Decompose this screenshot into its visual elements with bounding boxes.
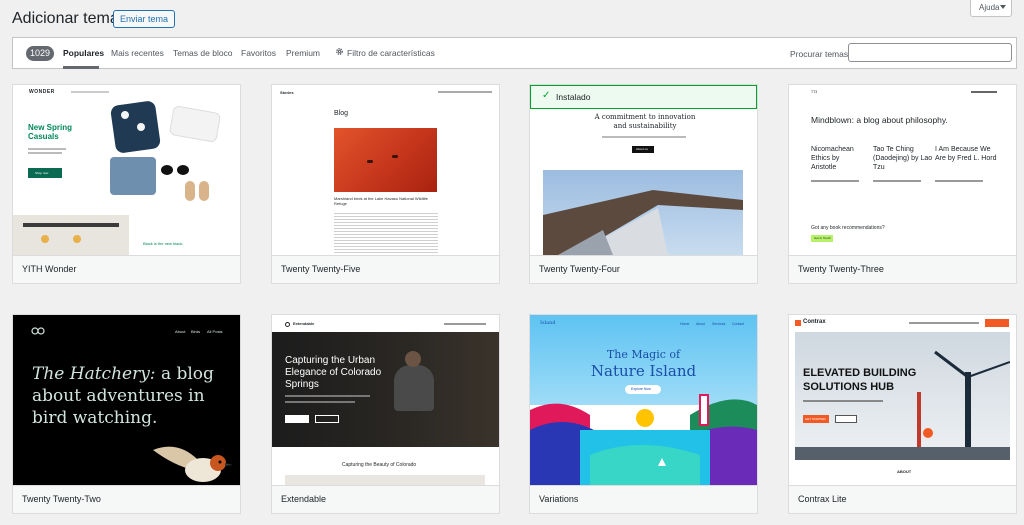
search-themes-input[interactable] — [848, 43, 1012, 62]
preview-headline-italic: The Hatchery: — [32, 364, 156, 384]
tab-latest[interactable]: Mais recentes — [111, 48, 164, 58]
preview-post: Nicomachean Ethics by Aristotle — [811, 146, 854, 171]
island-illustration — [530, 394, 757, 485]
theme-screenshot[interactable]: ✓ Instalado A commitment to innovation a… — [530, 85, 757, 255]
theme-screenshot[interactable]: TT3 Mindblown: a blog about philosophy. … — [789, 85, 1016, 255]
theme-filter-bar: 1029 Populares Mais recentes Temas de bl… — [12, 37, 1017, 69]
theme-screenshot[interactable]: Contrax ELEVATED BUILDING SOLUTIONS HUB … — [789, 315, 1016, 485]
theme-card-yith-wonder[interactable]: WONDER New Spring Casuals Shop now Black… — [12, 84, 241, 284]
preview-caption: Marshland birds at the Lake Havasu Natio… — [334, 196, 428, 206]
theme-card-twenty-twenty-four[interactable]: ✓ Instalado A commitment to innovation a… — [529, 84, 758, 284]
theme-card-contrax-lite[interactable]: Contrax ELEVATED BUILDING SOLUTIONS HUB … — [788, 314, 1017, 514]
building-illustration — [543, 190, 743, 255]
preview-post: Tao Te Ching (Daodejing) by Lao Tzu — [873, 146, 933, 171]
theme-card-variations[interactable]: Island Home About Services Contact The M… — [529, 314, 758, 514]
site-logo-icon — [31, 327, 45, 335]
theme-card-twenty-twenty-three[interactable]: TT3 Mindblown: a blog about philosophy. … — [788, 84, 1017, 284]
help-tab-button[interactable]: Ajuda — [970, 0, 1012, 17]
theme-name[interactable]: Twenty Twenty-Four — [530, 255, 757, 283]
caret-down-icon — [1000, 5, 1006, 9]
preview-logo: TT3 — [811, 90, 818, 94]
preview-headline-1: ELEVATED BUILDING — [803, 367, 917, 379]
preview-subheading: Capturing the Beauty of Colorado — [342, 462, 417, 468]
preview-headline: New Spring Casuals — [28, 123, 73, 141]
theme-name[interactable]: Twenty Twenty-Five — [272, 255, 499, 283]
preview-headline-2: SOLUTIONS HUB — [803, 381, 895, 393]
theme-name[interactable]: Variations — [530, 485, 757, 513]
search-label: Procurar temas — [790, 49, 849, 59]
upload-theme-button[interactable]: Enviar tema — [113, 10, 176, 28]
theme-name[interactable]: Contrax Lite — [789, 485, 1016, 513]
preview-headline-1: The Magic of — [606, 348, 681, 361]
bird-illustration — [153, 446, 233, 482]
preview-button: Shop now — [35, 171, 49, 175]
theme-card-twenty-twenty-two[interactable]: About Birds All Posts The Hatchery: a bl… — [12, 314, 241, 514]
preview-nav: Home — [680, 322, 690, 326]
preview-logo: Stories — [280, 90, 294, 95]
preview-headline: Capturing the Urban Elegance of Colorado… — [285, 355, 382, 390]
preview-heading: Blog — [334, 110, 349, 117]
gear-icon — [336, 48, 343, 55]
preview-nav: Birds — [191, 329, 201, 334]
preview-nav: About — [696, 322, 706, 326]
theme-card-extendable[interactable]: Extendable Capturing the Urban Elegance … — [271, 314, 500, 514]
theme-name[interactable]: Twenty Twenty-Three — [789, 255, 1016, 283]
theme-name[interactable]: Extendable — [272, 485, 499, 513]
feature-filter-button[interactable]: Filtro de características — [347, 48, 435, 58]
tab-popular[interactable]: Populares — [63, 48, 104, 58]
theme-screenshot[interactable]: WONDER New Spring Casuals Shop now Black… — [13, 85, 240, 255]
crane-illustration — [795, 350, 1010, 460]
active-tab-indicator — [63, 66, 99, 69]
preview-post: I Am Because We Are by Fred L. Hord — [935, 146, 997, 162]
preview-logo: Island — [540, 320, 556, 326]
theme-name[interactable]: YITH Wonder — [13, 255, 240, 283]
page-title: Adicionar temas — [12, 10, 127, 27]
preview-button: GET STARTED — [805, 417, 826, 421]
preview-headline: The Hatchery: a blog about adventures in… — [32, 363, 222, 429]
theme-name[interactable]: Twenty Twenty-Two — [13, 485, 240, 513]
check-icon: ✓ — [542, 90, 551, 101]
help-label: Ajuda — [979, 3, 1000, 12]
theme-screenshot[interactable]: Extendable Capturing the Urban Elegance … — [272, 315, 499, 485]
preview-nav: Services — [712, 322, 726, 326]
installed-label: Instalado — [556, 92, 591, 102]
preview-logo: Contrax — [803, 319, 826, 325]
preview-footer: Black is the new black. — [143, 241, 184, 246]
preview-button: Get In Touch — [814, 236, 831, 240]
theme-count-badge: 1029 — [26, 46, 54, 61]
theme-screenshot[interactable]: Island Home About Services Contact The M… — [530, 315, 757, 485]
preview-headline: A commitment to innovation and sustainab… — [594, 113, 696, 130]
tab-block-themes[interactable]: Temas de bloco — [173, 48, 233, 58]
theme-screenshot[interactable]: About Birds All Posts The Hatchery: a bl… — [13, 315, 240, 485]
tab-favorites[interactable]: Favoritos — [241, 48, 276, 58]
preview-logo: WONDER — [29, 89, 55, 95]
preview-nav: About — [175, 329, 186, 334]
preview-button: About us — [636, 147, 648, 151]
preview-headline: Mindblown: a blog about philosophy. — [811, 115, 948, 125]
theme-screenshot[interactable]: Stories Blog Marshland birds at the Lake… — [272, 85, 499, 255]
preview-nav: Contact — [732, 322, 745, 326]
preview-nav: All Posts — [207, 329, 223, 334]
theme-card-twenty-twenty-five[interactable]: Stories Blog Marshland birds at the Lake… — [271, 84, 500, 284]
preview-about: ABOUT — [897, 469, 912, 474]
preview-logo: Extendable — [293, 321, 315, 326]
tab-premium[interactable]: Premium — [286, 48, 320, 58]
preview-question: Got any book recommendations? — [811, 225, 885, 231]
